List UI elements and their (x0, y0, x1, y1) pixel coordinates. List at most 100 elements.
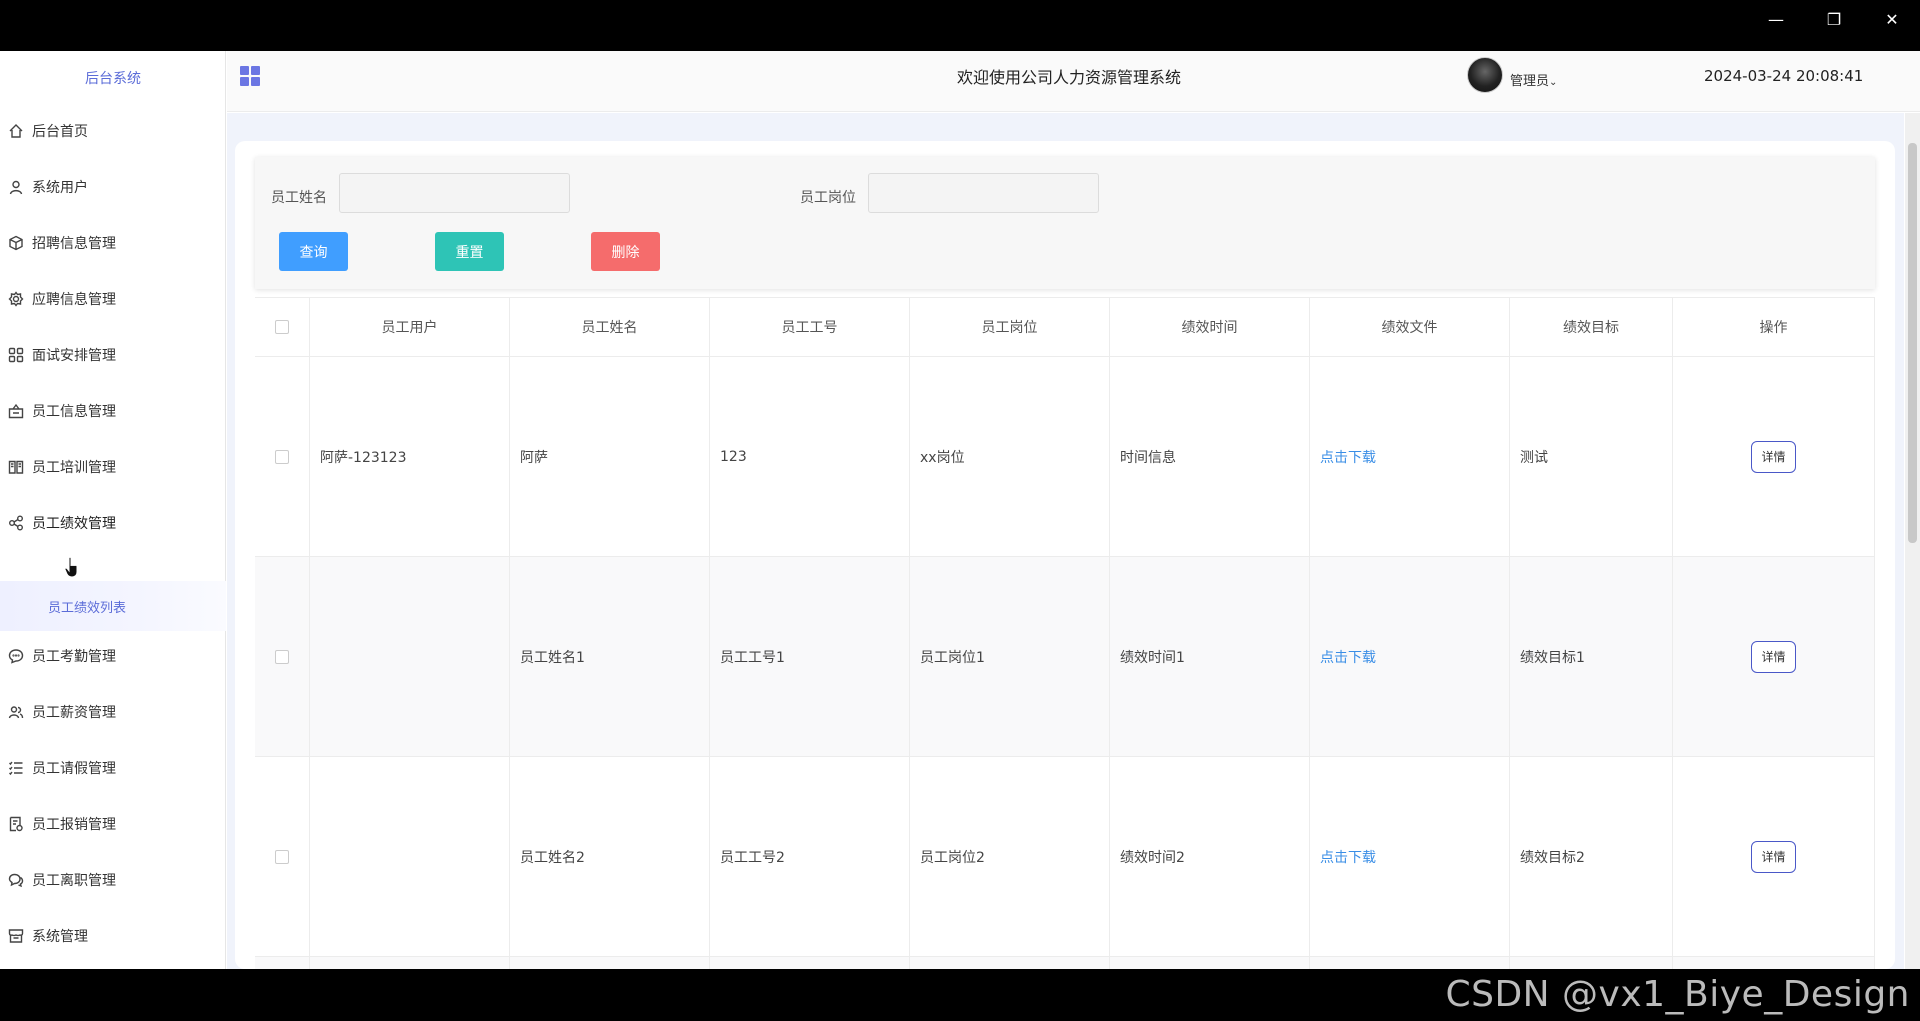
table-row: 阿萨-123123 阿萨 123 xx岗位 时间信息 点击下载 测试 详情 (255, 357, 1875, 557)
sidebar-item-employee-info[interactable]: 员工信息管理 (0, 391, 226, 431)
cell-goal: 绩效目标1 (1510, 557, 1673, 756)
download-link[interactable]: 点击下载 (1320, 447, 1376, 467)
share-icon (7, 514, 25, 532)
cell-post: 员工岗位2 (910, 757, 1110, 956)
page-title: 欢迎使用公司人力资源管理系统 (957, 68, 1182, 87)
cell-post: 员工岗位1 (910, 557, 1110, 756)
sidebar-item-attendance[interactable]: 员工考勤管理 (0, 636, 226, 676)
content-panel: 员工姓名 员工岗位 查询 重置 删除 员工用户 员工姓名 员工工号 员工岗位 绩… (235, 141, 1895, 969)
download-link[interactable]: 点击下载 (1320, 647, 1376, 667)
cell-name (510, 957, 710, 969)
sidebar-item-label: 应聘信息管理 (32, 292, 116, 308)
cube-icon (7, 234, 25, 252)
name-input[interactable] (339, 173, 570, 213)
grid-icon (7, 346, 25, 364)
sidebar-item-interview[interactable]: 面试安排管理 (0, 335, 226, 375)
select-all-cell (255, 298, 310, 356)
cell-name: 员工姓名2 (510, 757, 710, 956)
menu-grid-icon[interactable] (239, 65, 261, 87)
cell-user (310, 557, 510, 756)
sidebar-item-recruitment[interactable]: 招聘信息管理 (0, 223, 226, 263)
column-header[interactable]: 员工姓名 (510, 298, 710, 356)
column-header[interactable]: 绩效文件 (1310, 298, 1510, 356)
table-row (255, 957, 1875, 969)
cell-id: 123 (710, 357, 910, 556)
home-icon (7, 122, 25, 140)
column-header[interactable]: 员工用户 (310, 298, 510, 356)
sidebar-item-performance[interactable]: 员工绩效管理 (0, 503, 226, 543)
cell-post (910, 957, 1110, 969)
sidebar-subitem-performance-list[interactable]: 员工绩效列表 (0, 581, 226, 631)
name-label: 员工姓名 (271, 190, 327, 206)
sidebar-item-application[interactable]: 应聘信息管理 (0, 279, 226, 319)
top-header: 欢迎使用公司人力资源管理系统 管理员⌄ 2024-03-24 20:08:41 (227, 51, 1920, 112)
cell-id: 员工工号1 (710, 557, 910, 756)
sidebar-item-home[interactable]: 后台首页 (0, 111, 226, 151)
users-icon (7, 703, 25, 721)
reset-button[interactable]: 重置 (435, 232, 504, 271)
sidebar-item-resignation[interactable]: 员工离职管理 (0, 860, 226, 900)
download-link[interactable]: 点击下载 (1320, 847, 1376, 867)
detail-button[interactable]: 详情 (1751, 440, 1796, 473)
cell-time: 绩效时间1 (1110, 557, 1310, 756)
sidebar-item-salary[interactable]: 员工薪资管理 (0, 692, 226, 732)
search-form: 员工姓名 员工岗位 查询 重置 删除 (255, 157, 1875, 289)
cell-file: 点击下载 (1310, 357, 1510, 556)
chevron-down-icon: ⌄ (1549, 77, 1558, 88)
minimize-button[interactable]: — (1758, 8, 1794, 32)
sidebar-subitem-label: 员工绩效列表 (48, 600, 127, 616)
post-input[interactable] (868, 173, 1099, 213)
cell-time (1110, 957, 1310, 969)
user-menu[interactable]: 管理员⌄ (1510, 70, 1557, 89)
main-content: 员工姓名 员工岗位 查询 重置 删除 员工用户 员工姓名 员工工号 员工岗位 绩… (227, 113, 1904, 969)
sidebar-item-training[interactable]: 员工培训管理 (0, 447, 226, 487)
datetime: 2024-03-24 20:08:41 (1704, 67, 1864, 85)
sidebar-item-system-management[interactable]: 系统管理 (0, 916, 226, 956)
sidebar-item-leave[interactable]: 员工请假管理 (0, 748, 226, 788)
briefcase-icon (7, 402, 25, 420)
sidebar-item-label: 员工请假管理 (32, 761, 116, 777)
sidebar-item-system-users[interactable]: 系统用户 (0, 167, 226, 207)
sidebar-item-label: 系统用户 (32, 180, 88, 196)
sidebar-item-label: 招聘信息管理 (32, 236, 116, 252)
column-header[interactable]: 员工工号 (710, 298, 910, 356)
detail-button[interactable]: 详情 (1751, 840, 1796, 873)
row-select-cell (255, 557, 310, 756)
column-header[interactable]: 员工岗位 (910, 298, 1110, 356)
app-window: 后台系统 后台首页 系统用户 招聘信息管理 应聘信息管理 面试安排管理 员工信息… (0, 51, 1920, 969)
post-label: 员工岗位 (800, 190, 856, 206)
detail-button[interactable]: 详情 (1751, 640, 1796, 673)
column-header[interactable]: 绩效目标 (1510, 298, 1673, 356)
performance-table: 员工用户 员工姓名 员工工号 员工岗位 绩效时间 绩效文件 绩效目标 操作 阿萨… (255, 297, 1875, 969)
row-checkbox[interactable] (275, 649, 289, 664)
vertical-scrollbar[interactable] (1905, 113, 1920, 969)
row-select-cell (255, 757, 310, 956)
bottom-bar: CSDN @vx1_Biye_Design (0, 969, 1920, 1021)
window-titlebar: — ❐ ✕ (0, 0, 1920, 51)
cell-user (310, 957, 510, 969)
query-button[interactable]: 查询 (279, 232, 348, 271)
row-select-cell (255, 957, 310, 969)
sidebar-item-label: 员工培训管理 (32, 460, 116, 476)
select-all-checkbox[interactable] (275, 320, 289, 334)
cell-file: 点击下载 (1310, 557, 1510, 756)
avatar[interactable] (1467, 57, 1503, 93)
column-header[interactable]: 操作 (1673, 298, 1875, 356)
scrollbar-thumb[interactable] (1908, 143, 1917, 543)
column-header[interactable]: 绩效时间 (1110, 298, 1310, 356)
table-row: 员工姓名1 员工工号1 员工岗位1 绩效时间1 点击下载 绩效目标1 详情 (255, 557, 1875, 757)
gear-icon (7, 290, 25, 308)
cell-user (310, 757, 510, 956)
cell-action: 详情 (1673, 757, 1875, 956)
receipt-icon (7, 815, 25, 833)
sidebar-item-label: 面试安排管理 (32, 348, 116, 364)
delete-button[interactable]: 删除 (591, 232, 660, 271)
row-checkbox[interactable] (275, 449, 289, 464)
hand-cursor-icon (64, 556, 78, 578)
sidebar: 后台系统 后台首页 系统用户 招聘信息管理 应聘信息管理 面试安排管理 员工信息… (0, 51, 226, 969)
cell-id: 员工工号2 (710, 757, 910, 956)
row-checkbox[interactable] (275, 849, 289, 864)
close-button[interactable]: ✕ (1874, 8, 1910, 32)
restore-button[interactable]: ❐ (1816, 8, 1852, 32)
sidebar-item-reimbursement[interactable]: 员工报销管理 (0, 804, 226, 844)
